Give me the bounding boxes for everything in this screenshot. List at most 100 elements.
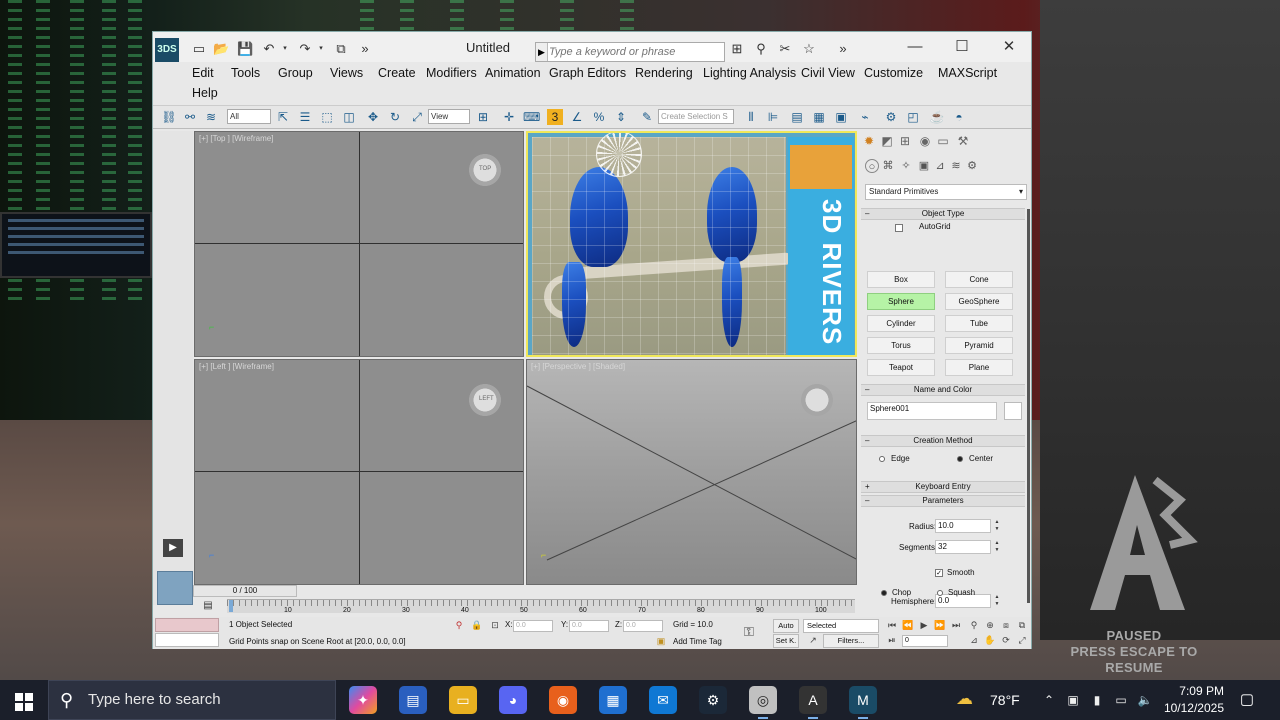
reference-coordinate-dropdown[interactable]: View: [428, 109, 470, 124]
field-of-view-icon[interactable]: ⊿: [968, 634, 980, 646]
menu-rendering[interactable]: Rendering: [635, 66, 693, 80]
zoom-extents-icon[interactable]: ⧈: [1000, 619, 1012, 631]
taskbar-search-placeholder[interactable]: Type here to search: [88, 691, 221, 708]
redo-dropdown-icon[interactable]: ▾: [313, 42, 329, 56]
file-explorer-icon[interactable]: ▭: [449, 686, 477, 714]
menu-animation[interactable]: Animation: [485, 66, 541, 80]
undo-dropdown-icon[interactable]: ▾: [277, 42, 293, 56]
layer-explorer-icon[interactable]: ▦: [811, 109, 827, 125]
graphite-toolbar-icon[interactable]: ▣: [833, 109, 849, 125]
select-and-rotate-icon[interactable]: ↻: [387, 109, 403, 125]
align-icon[interactable]: ⊫: [765, 109, 781, 125]
systems-icon[interactable]: ⚙: [965, 159, 979, 173]
usb-icon[interactable]: ▮: [1089, 692, 1105, 708]
modify-tab-icon[interactable]: ◩: [879, 133, 895, 149]
sphere-button[interactable]: Sphere: [867, 293, 935, 310]
rollout-object-type[interactable]: – Object Type: [861, 208, 1025, 220]
lights-icon[interactable]: ✧: [899, 159, 913, 173]
angle-snap-icon[interactable]: ∠: [569, 109, 585, 125]
geometry-icon[interactable]: ○: [865, 159, 879, 173]
spinner-snap-icon[interactable]: ⇕: [613, 109, 629, 125]
undo-icon[interactable]: ↶: [261, 42, 277, 56]
prev-frame-icon[interactable]: ⏪: [902, 619, 914, 631]
select-manipulate-icon[interactable]: ✛: [501, 109, 517, 125]
goto-end-icon[interactable]: ⏭: [950, 619, 962, 631]
binoculars-icon[interactable]: ⊞: [729, 42, 745, 56]
maxscript-listener-field[interactable]: [155, 618, 219, 632]
auto-key-button[interactable]: Auto: [773, 619, 799, 633]
notifications-icon[interactable]: ▢: [1236, 690, 1258, 710]
edge-radio[interactable]: [879, 456, 885, 462]
next-frame-icon[interactable]: ⏩: [934, 619, 946, 631]
select-and-move-icon[interactable]: ✥: [365, 109, 381, 125]
zoom-extents-all-icon[interactable]: ⧉: [1016, 619, 1028, 631]
outlook-icon[interactable]: ✉: [649, 686, 677, 714]
tools-icon[interactable]: ✂: [777, 42, 793, 56]
render-teapot-icon[interactable]: ◓: [951, 109, 967, 125]
radius-spinner[interactable]: ▲ ▼: [993, 519, 1001, 533]
keyboard-shortcut-icon[interactable]: ⌨: [523, 109, 540, 125]
menu-edit[interactable]: Edit: [192, 66, 214, 80]
viewport-left-label[interactable]: [+] [Left ] [Wireframe]: [199, 362, 274, 371]
absolute-mode-icon[interactable]: ⊡: [489, 619, 501, 631]
lock-selection-icon[interactable]: 🔒: [471, 619, 483, 631]
menu-group[interactable]: Group: [278, 66, 313, 80]
toolbar-overflow-icon[interactable]: »: [357, 42, 373, 56]
key-filters-icon[interactable]: ↗: [807, 634, 819, 646]
pyramid-button[interactable]: Pyramid: [945, 337, 1013, 354]
redo-icon[interactable]: ↷: [297, 42, 313, 56]
viewport-top-label[interactable]: [+] [Top ] [Wireframe]: [199, 134, 273, 143]
info-overflow-icon[interactable]: »: [835, 42, 851, 56]
y-coordinate-field[interactable]: 0.0: [569, 620, 609, 632]
cameras-icon[interactable]: ▣: [917, 159, 931, 173]
box-button[interactable]: Box: [867, 271, 935, 288]
network-icon[interactable]: ▭: [1113, 692, 1129, 708]
rollout-creation-method[interactable]: – Creation Method: [861, 435, 1025, 447]
tray-app-icon[interactable]: ▣: [1065, 692, 1081, 708]
game-launcher-icon[interactable]: A: [799, 686, 827, 719]
select-and-link-icon[interactable]: ⛓: [161, 109, 177, 125]
window-crossing-icon[interactable]: ◫: [341, 109, 357, 125]
cone-button[interactable]: Cone: [945, 271, 1013, 288]
copilot-icon[interactable]: ✦: [349, 686, 377, 714]
rollout-name-and-color[interactable]: – Name and Color: [861, 384, 1025, 396]
set-key-button[interactable]: Set K.: [773, 634, 799, 648]
menu-help[interactable]: Help: [192, 86, 218, 100]
zoom-all-icon[interactable]: ⊕: [984, 619, 996, 631]
torus-button[interactable]: Torus: [867, 337, 935, 354]
pan-view-icon[interactable]: ✋: [984, 634, 996, 646]
motion-tab-icon[interactable]: ◉: [917, 133, 933, 149]
select-object-icon[interactable]: ⇱: [275, 109, 291, 125]
object-color-swatch[interactable]: [1004, 402, 1022, 420]
task-view-icon[interactable]: ▤: [399, 686, 427, 714]
play-icon[interactable]: ▶: [918, 619, 930, 631]
new-file-icon[interactable]: ▭: [191, 42, 207, 56]
display-tab-icon[interactable]: ▭: [935, 133, 951, 149]
menu-maxscript[interactable]: MAXScript: [938, 66, 997, 80]
select-and-scale-icon[interactable]: ⤢: [409, 109, 425, 125]
menu-modifiers[interactable]: Modifiers: [426, 66, 477, 80]
3dsmax-taskbar-icon[interactable]: M: [849, 686, 877, 719]
firefox-icon[interactable]: ◉: [549, 686, 577, 714]
object-name-field[interactable]: Sphere001: [867, 402, 997, 420]
chop-radio[interactable]: [881, 590, 887, 596]
helpers-icon[interactable]: ⊿: [933, 159, 947, 173]
key-mode-dropdown[interactable]: Selected: [803, 619, 879, 633]
plane-button[interactable]: Plane: [945, 359, 1013, 376]
command-panel-scrollbar[interactable]: [1027, 209, 1030, 603]
menu-tools[interactable]: Tools: [231, 66, 260, 80]
open-file-icon[interactable]: 📂: [213, 42, 229, 56]
menu-create[interactable]: Create: [378, 66, 416, 80]
mirror-icon[interactable]: ⫴: [743, 109, 759, 125]
viewcube-perspective-icon[interactable]: [797, 380, 837, 420]
weather-icon[interactable]: ☁: [956, 690, 982, 708]
create-tab-icon[interactable]: ✹: [861, 133, 877, 149]
segments-field[interactable]: 32: [935, 540, 991, 554]
unlink-selection-icon[interactable]: ⚯: [182, 109, 198, 125]
menu-lighting-analysis[interactable]: Lighting Analysis: [703, 66, 796, 80]
microsoft-store-icon[interactable]: ▦: [599, 686, 627, 714]
minimize-button[interactable]: —: [895, 36, 935, 60]
maxscript-input-field[interactable]: [155, 633, 219, 647]
clock-date[interactable]: 10/12/2025: [1150, 701, 1224, 715]
game-app-icon[interactable]: ◎: [749, 686, 777, 719]
